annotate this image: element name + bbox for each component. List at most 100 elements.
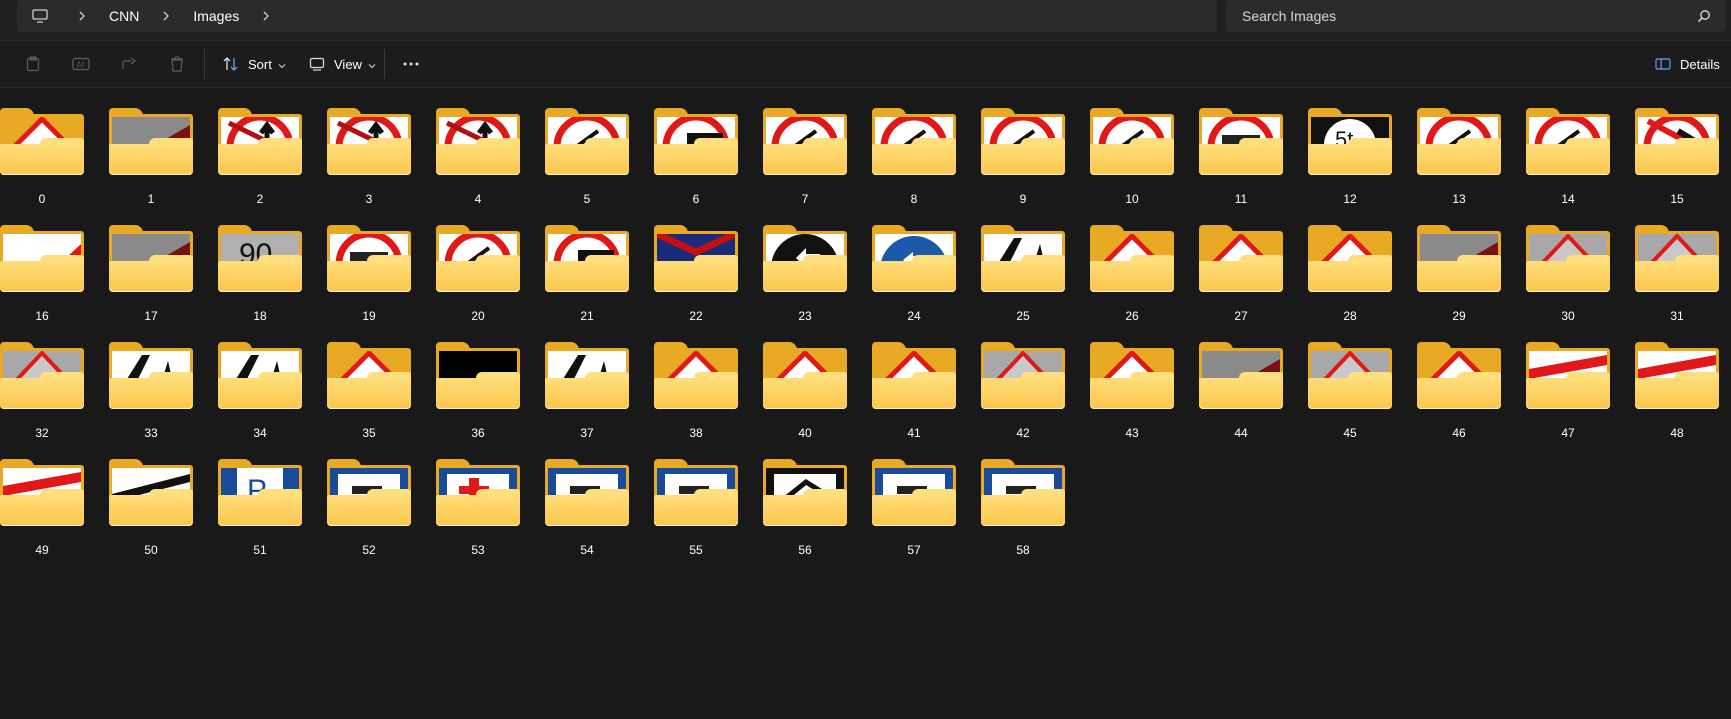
- folder-item[interactable]: P 51: [218, 451, 327, 561]
- folder-item[interactable]: 11: [1199, 100, 1308, 210]
- folder-item[interactable]: 35: [327, 334, 436, 444]
- folder-icon: [545, 225, 629, 292]
- folder-item[interactable]: 29: [1417, 217, 1526, 327]
- folder-name: 21: [580, 309, 594, 323]
- folder-item[interactable]: 50: [109, 451, 218, 561]
- breadcrumb-images[interactable]: Images: [181, 0, 251, 32]
- folder-item[interactable]: 56: [763, 451, 872, 561]
- folder-item[interactable]: 45: [1308, 334, 1417, 444]
- folder-item[interactable]: 30: [1526, 217, 1635, 327]
- address-bar[interactable]: CNN Images: [17, 0, 1217, 32]
- folder-icon: [872, 108, 956, 175]
- folder-name: 9: [1019, 192, 1027, 206]
- folder-name: 50: [144, 543, 158, 557]
- folder-item[interactable]: 28: [1308, 217, 1417, 327]
- folder-item[interactable]: 38: [654, 334, 763, 444]
- folder-item[interactable]: 10: [1090, 100, 1199, 210]
- folder-name: 22: [689, 309, 703, 323]
- folder-name: 42: [1016, 426, 1030, 440]
- folder-item[interactable]: 14: [1526, 100, 1635, 210]
- folder-item[interactable]: 13: [1417, 100, 1526, 210]
- delete-button[interactable]: [162, 48, 192, 80]
- folder-item[interactable]: 36: [436, 334, 545, 444]
- folder-item[interactable]: 33: [109, 334, 218, 444]
- folder-name: 41: [907, 426, 921, 440]
- folder-item[interactable]: 53: [436, 451, 545, 561]
- folder-item[interactable]: 46: [1417, 334, 1526, 444]
- folder-item[interactable]: 26: [1090, 217, 1199, 327]
- folder-item[interactable]: 1: [109, 100, 218, 210]
- folder-item[interactable]: 32: [0, 334, 109, 444]
- folder-item[interactable]: 41: [872, 334, 981, 444]
- folder-icon: 90: [218, 225, 302, 292]
- folder-icon: [327, 225, 411, 292]
- folder-item[interactable]: 47: [1526, 334, 1635, 444]
- folder-item[interactable]: 42: [981, 334, 1090, 444]
- folder-icon: P: [218, 459, 302, 526]
- folder-item[interactable]: 57: [872, 451, 981, 561]
- folder-item[interactable]: 43: [1090, 334, 1199, 444]
- folder-name: 25: [1016, 309, 1030, 323]
- folder-item[interactable]: 21: [545, 217, 654, 327]
- folder-item[interactable]: 15: [1635, 100, 1731, 210]
- folder-item[interactable]: 8: [872, 100, 981, 210]
- folder-icon: [1526, 108, 1610, 175]
- view-button[interactable]: View: [302, 48, 376, 80]
- folder-item[interactable]: 0: [0, 100, 109, 210]
- folder-item[interactable]: 9: [981, 100, 1090, 210]
- folder-item[interactable]: 27: [1199, 217, 1308, 327]
- details-pane-button[interactable]: Details: [1648, 48, 1720, 80]
- sort-button[interactable]: Sort: [216, 48, 286, 80]
- folder-item[interactable]: 24: [872, 217, 981, 327]
- chevron-right-icon[interactable]: [67, 0, 97, 32]
- details-pane-icon: [1648, 48, 1678, 80]
- folder-item[interactable]: 55: [654, 451, 763, 561]
- folder-item[interactable]: 4: [436, 100, 545, 210]
- folder-item[interactable]: 5: [545, 100, 654, 210]
- folder-name: 26: [1125, 309, 1139, 323]
- folder-item[interactable]: 52: [327, 451, 436, 561]
- folder-item[interactable]: 2: [218, 100, 327, 210]
- computer-icon[interactable]: [31, 8, 49, 24]
- folder-item[interactable]: 23: [763, 217, 872, 327]
- folder-item[interactable]: 20: [436, 217, 545, 327]
- folder-item[interactable]: 48: [1635, 334, 1731, 444]
- folder-name: 4: [474, 192, 482, 206]
- folder-item[interactable]: 5t 12: [1308, 100, 1417, 210]
- search-input[interactable]: [1240, 7, 1664, 25]
- copy-button[interactable]: [18, 48, 48, 80]
- rename-button[interactable]: AI: [66, 48, 96, 80]
- folder-item[interactable]: 16: [0, 217, 109, 327]
- folder-item[interactable]: 90 18: [218, 217, 327, 327]
- folder-item[interactable]: 40: [763, 334, 872, 444]
- chevron-right-icon[interactable]: [251, 0, 281, 32]
- folder-item[interactable]: 49: [0, 451, 109, 561]
- folder-item[interactable]: 6: [654, 100, 763, 210]
- share-button[interactable]: [114, 48, 144, 80]
- search-box[interactable]: [1226, 0, 1725, 32]
- search-icon[interactable]: [1697, 9, 1711, 23]
- folder-icon: [0, 108, 84, 175]
- folder-item[interactable]: 3: [327, 100, 436, 210]
- folder-item[interactable]: 31: [1635, 217, 1731, 327]
- folder-item[interactable]: 34: [218, 334, 327, 444]
- folder-item[interactable]: 25: [981, 217, 1090, 327]
- folder-item[interactable]: 58: [981, 451, 1090, 561]
- folder-name: 49: [35, 543, 49, 557]
- view-label: View: [334, 56, 362, 72]
- folder-item[interactable]: 17: [109, 217, 218, 327]
- folder-item[interactable]: 22: [654, 217, 763, 327]
- folder-item[interactable]: 7: [763, 100, 872, 210]
- folder-name: 38: [689, 426, 703, 440]
- more-options-button[interactable]: [396, 48, 426, 80]
- breadcrumb-cnn[interactable]: CNN: [97, 0, 151, 32]
- chevron-right-icon[interactable]: [151, 0, 181, 32]
- chevron-down-icon: [368, 57, 376, 72]
- folder-item[interactable]: 44: [1199, 334, 1308, 444]
- delete-icon: [162, 48, 192, 80]
- folder-item[interactable]: 19: [327, 217, 436, 327]
- folder-item[interactable]: 37: [545, 334, 654, 444]
- view-icon: [302, 48, 332, 80]
- folder-name: 20: [471, 309, 485, 323]
- folder-item[interactable]: 54: [545, 451, 654, 561]
